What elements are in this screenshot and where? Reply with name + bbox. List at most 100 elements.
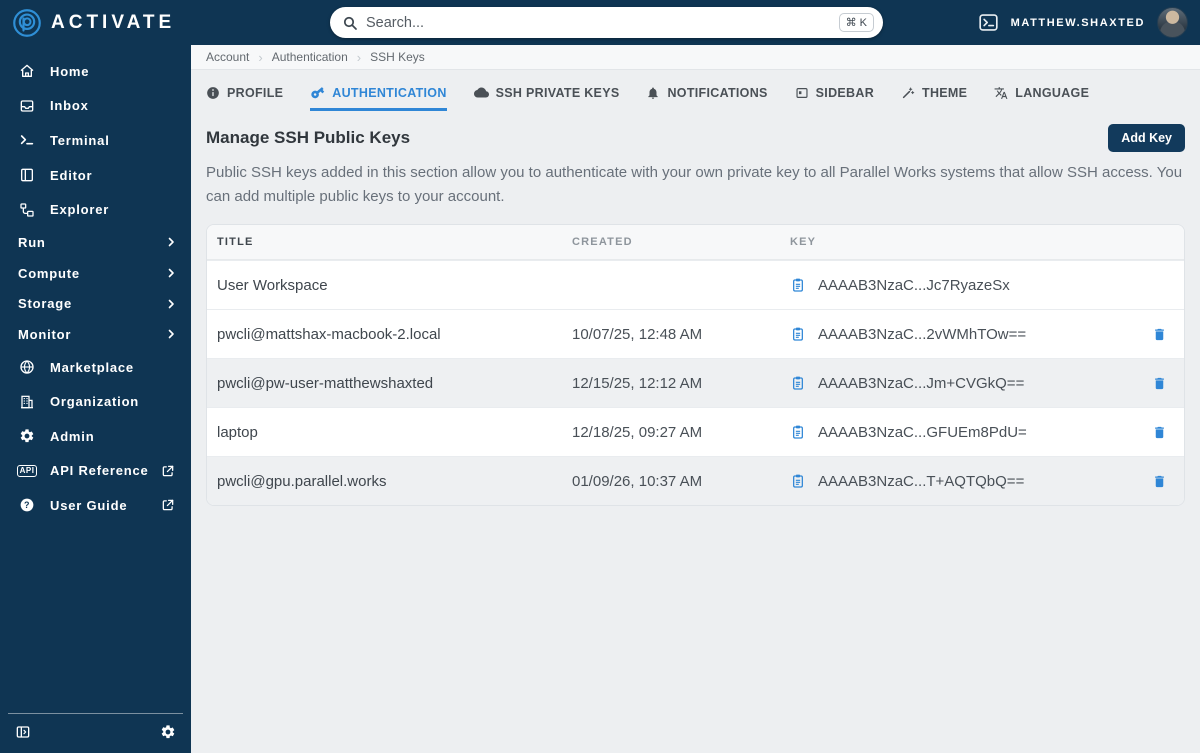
section-description: Public SSH keys added in this section al…: [206, 164, 1183, 205]
copy-key-icon[interactable]: [790, 375, 806, 391]
column-header-created: CREATED: [572, 236, 633, 248]
settings-tabs: PROFILE AUTHENTICATION SSH PRIVATE KEYS: [191, 70, 1200, 111]
tab-profile[interactable]: PROFILE: [206, 86, 283, 111]
username: MATTHEW.SHAXTED: [1010, 16, 1145, 29]
parallel-works-logo-icon: [12, 8, 42, 38]
tab-authentication[interactable]: AUTHENTICATION: [310, 85, 447, 111]
table-row: laptop 12/18/25, 09:27 AM AAAAB3NzaC...G…: [207, 407, 1184, 456]
tab-label: SIDEBAR: [815, 86, 875, 100]
search-icon: [342, 15, 358, 31]
sidebar-item-label: Terminal: [50, 132, 110, 148]
cloud-icon: [473, 85, 489, 100]
chevron-right-icon: [165, 328, 177, 340]
tab-theme[interactable]: THEME: [901, 86, 967, 111]
key-created: 01/09/26, 10:37 AM: [572, 472, 703, 490]
sidebar-item-editor[interactable]: Editor: [0, 158, 191, 193]
chevron-right-icon: [165, 267, 177, 279]
wand-icon: [901, 86, 915, 100]
delete-key-icon[interactable]: [1152, 376, 1167, 391]
global-search[interactable]: ⌘ K: [330, 7, 883, 38]
key-title: pwcli@gpu.parallel.works: [217, 472, 387, 490]
key-value: AAAAB3NzaC...2vWMhTOw==: [818, 325, 1027, 343]
key-value: AAAAB3NzaC...Jc7RyazeSx: [818, 276, 1010, 294]
search-shortcut-badge: ⌘ K: [838, 13, 874, 32]
tab-language[interactable]: LANGUAGE: [994, 86, 1089, 111]
sidebar-footer: [0, 713, 191, 753]
breadcrumb: Account › Authentication › SSH Keys: [191, 45, 1200, 70]
copy-key-icon[interactable]: [790, 326, 806, 342]
inbox-icon: [18, 98, 36, 114]
sidebar-item-home[interactable]: Home: [0, 54, 191, 89]
key-value: AAAAB3NzaC...T+AQTQbQ==: [818, 472, 1025, 490]
ssh-keys-table: TITLE CREATED KEY User Workspace AAAAB3N…: [206, 224, 1185, 506]
sidebar-item-label: Organization: [50, 394, 140, 410]
sidebar-item-organization[interactable]: Organization: [0, 384, 191, 419]
add-key-button[interactable]: Add Key: [1108, 124, 1185, 152]
delete-key-icon[interactable]: [1152, 327, 1167, 342]
sidebar-item-label: Marketplace: [50, 359, 134, 375]
tab-label: NOTIFICATIONS: [667, 86, 768, 100]
sidebar-item-label: Editor: [50, 167, 93, 183]
sidebar-item-explorer[interactable]: Explorer: [0, 192, 191, 227]
top-bar: ACTIVATE ⌘ K MATTHEW.SHAXTED: [0, 0, 1200, 45]
sidebar-item-label: API Reference: [50, 463, 149, 479]
breadcrumb-authentication[interactable]: Authentication: [272, 50, 348, 64]
brand-logo[interactable]: ACTIVATE: [0, 8, 175, 38]
terminal-icon: [18, 132, 36, 148]
sidebar-group-storage[interactable]: Storage: [0, 288, 191, 319]
sidebar-item-label: Home: [50, 63, 90, 79]
column-header-key: KEY: [790, 236, 817, 248]
globe-icon: [18, 359, 36, 375]
sidebar-item-terminal[interactable]: Terminal: [0, 123, 191, 158]
chevron-right-icon: [165, 298, 177, 310]
sidebar-group-compute[interactable]: Compute: [0, 258, 191, 289]
gears-icon: [18, 428, 36, 444]
sidebar-item-user-guide[interactable]: ? User Guide: [0, 488, 191, 523]
avatar[interactable]: [1157, 7, 1188, 38]
sidebar-group-monitor[interactable]: Monitor: [0, 319, 191, 350]
sidebar-item-api-reference[interactable]: API API Reference: [0, 454, 191, 489]
table-row: pwcli@gpu.parallel.works 01/09/26, 10:37…: [207, 456, 1184, 505]
chevron-right-icon: [165, 236, 177, 248]
key-value: AAAAB3NzaC...Jm+CVGkQ==: [818, 374, 1025, 392]
column-header-title: TITLE: [217, 236, 254, 248]
breadcrumb-ssh-keys[interactable]: SSH Keys: [370, 50, 425, 64]
delete-key-icon[interactable]: [1152, 474, 1167, 489]
sidebar-group-label: Storage: [18, 296, 73, 312]
info-icon: [206, 86, 220, 100]
sidebar-group-label: Run: [18, 234, 46, 250]
terminal-shortcut-icon[interactable]: [978, 12, 999, 33]
collapse-sidebar-icon[interactable]: [15, 724, 31, 740]
sidebar-item-marketplace[interactable]: Marketplace: [0, 350, 191, 385]
sidebar-item-admin[interactable]: Admin: [0, 419, 191, 454]
sidebar-item-label: Inbox: [50, 98, 89, 114]
table-row: User Workspace AAAAB3NzaC...Jc7RyazeSx: [207, 260, 1184, 309]
key-created: 10/07/25, 12:48 AM: [572, 325, 703, 343]
sidebar-item-inbox[interactable]: Inbox: [0, 89, 191, 124]
question-icon: ?: [18, 497, 36, 513]
sidebar: Home Inbox Terminal Editor Explorer Run …: [0, 45, 191, 753]
explorer-icon: [18, 202, 36, 218]
tab-notifications[interactable]: NOTIFICATIONS: [646, 86, 767, 111]
tab-sidebar[interactable]: SIDEBAR: [795, 86, 874, 111]
breadcrumb-separator: ›: [258, 49, 263, 65]
building-icon: [18, 394, 36, 410]
tab-label: AUTHENTICATION: [332, 85, 447, 100]
breadcrumb-account[interactable]: Account: [206, 50, 249, 64]
search-input[interactable]: [366, 14, 839, 31]
tab-label: THEME: [922, 86, 968, 100]
user-area: MATTHEW.SHAXTED: [978, 0, 1188, 45]
settings-gear-icon[interactable]: [160, 724, 176, 740]
copy-key-icon[interactable]: [790, 277, 806, 293]
sidebar-group-run[interactable]: Run: [0, 227, 191, 258]
delete-key-icon[interactable]: [1152, 425, 1167, 440]
tab-ssh-private-keys[interactable]: SSH PRIVATE KEYS: [473, 85, 620, 111]
sidebar-item-label: Admin: [50, 428, 95, 444]
key-title: laptop: [217, 423, 258, 441]
sidebar-item-label: User Guide: [50, 497, 128, 513]
api-icon: API: [17, 464, 37, 477]
tab-label: SSH PRIVATE KEYS: [495, 85, 620, 100]
copy-key-icon[interactable]: [790, 473, 806, 489]
key-value: AAAAB3NzaC...GFUEm8PdU=: [818, 423, 1027, 441]
copy-key-icon[interactable]: [790, 424, 806, 440]
